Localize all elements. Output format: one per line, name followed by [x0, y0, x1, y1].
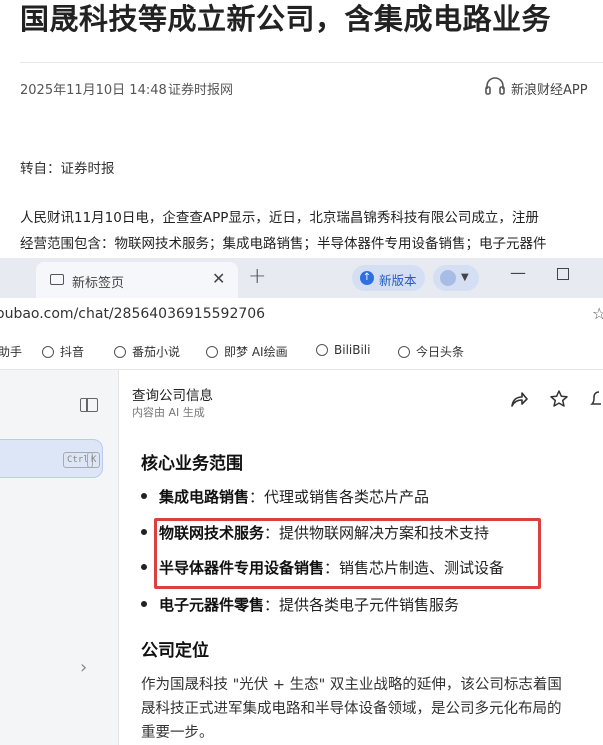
url-text[interactable]: oubao.com/chat/28564036915592706 [0, 306, 265, 322]
sina-app-link[interactable]: 新浪财经APP [511, 79, 588, 98]
body-text: 作为国晟科技 "光伏 + 生态" 双主业战略的延伸，该公司标志着国 [141, 677, 562, 693]
section-heading: 核心业务范围 [141, 454, 243, 474]
article-date: 2025年11月10日 14:48 [20, 83, 167, 98]
article-transfer: 转自：证券时报 [20, 161, 115, 177]
update-label: 新版本 [379, 273, 417, 288]
browser-window: 新标签页 ✕ + ↑ 新版本 ▼ — oubao.com/chat/285640… [0, 258, 603, 745]
bookmark-item[interactable]: 即梦 AI绘画 [206, 343, 288, 360]
update-button[interactable]: ↑ 新版本 [352, 265, 425, 291]
chat-title: 查询公司信息 [132, 388, 213, 404]
article-source[interactable]: 证券时报网 [168, 79, 233, 98]
tab-new-tab[interactable]: 新标签页 ✕ [36, 262, 238, 298]
sidebar-toggle-icon[interactable] [80, 398, 98, 412]
body-text: 晟科技正式进军集成电路和半导体设备领域，是公司多元化布局的 [141, 701, 562, 717]
page-icon [50, 274, 64, 285]
caret-down-icon: ▼ [461, 272, 469, 283]
share-icon[interactable] [509, 390, 529, 408]
arrow-up-icon: ↑ [360, 271, 374, 285]
article-paragraph: 经营范围包含：物联网技术服务；集成电路销售；半导体器件专用设备销售；电子元器件 [20, 236, 547, 252]
list-item: 集成电路销售：代理或销售各类芯片产品 [141, 486, 429, 507]
globe-icon [398, 346, 410, 358]
minimize-icon[interactable]: — [510, 263, 526, 282]
article-paragraph: 人民财讯11月10日电，企查查APP显示，近日，北京瑞昌锦秀科技有限公司成立，注… [20, 210, 539, 226]
headphones-icon[interactable] [484, 75, 506, 97]
bookmark-item[interactable]: 助手 [0, 343, 22, 360]
avatar [440, 270, 456, 286]
sidebar-search-item[interactable]: Ctrl K [0, 439, 103, 478]
shortcut-key: K [87, 452, 101, 468]
bookmark-item[interactable]: 抖音 [42, 343, 84, 360]
close-icon[interactable]: ✕ [212, 269, 225, 288]
chat-panel: 查询公司信息 内容由 AI 生成 核心业务范围 集成电路销售：代理或销售各类芯片… [119, 370, 603, 745]
bell-icon[interactable] [589, 389, 603, 409]
bookmark-item[interactable]: BiliBili [316, 343, 370, 357]
globe-icon [316, 344, 328, 356]
chevron-right-icon[interactable]: › [80, 657, 87, 678]
globe-icon [114, 346, 126, 358]
new-tab-button[interactable]: + [248, 264, 266, 289]
highlight-box [154, 518, 541, 589]
chat-subtitle: 内容由 AI 生成 [132, 406, 205, 419]
bookmarks-bar: 助手 抖音 番茄小说 即梦 AI绘画 BiliBili 今日头条 [0, 332, 603, 370]
profile-button[interactable]: ▼ [433, 265, 479, 291]
spacer [509, 649, 510, 650]
article-title: 国晟科技等成立新公司，含集成电路业务 [20, 2, 552, 36]
divider [20, 62, 603, 63]
list-item: 电子元器件零售：提供各类电子元件销售服务 [141, 594, 459, 615]
globe-icon [42, 346, 54, 358]
bookmark-item[interactable]: 番茄小说 [114, 343, 180, 360]
tab-label: 新标签页 [72, 276, 125, 291]
sidebar: Ctrl K › [0, 370, 119, 745]
globe-icon [206, 346, 218, 358]
star-icon[interactable]: ☆ [592, 304, 603, 323]
body-text: 重要一步。 [141, 725, 214, 741]
tab-bar: 新标签页 ✕ + ↑ 新版本 ▼ — [0, 258, 603, 298]
bookmark-item[interactable]: 今日头条 [398, 343, 464, 360]
star-icon[interactable] [549, 389, 569, 409]
section-heading: 公司定位 [141, 641, 209, 661]
address-bar[interactable]: oubao.com/chat/28564036915592706 ☆ [0, 298, 603, 332]
maximize-icon[interactable] [557, 268, 569, 280]
